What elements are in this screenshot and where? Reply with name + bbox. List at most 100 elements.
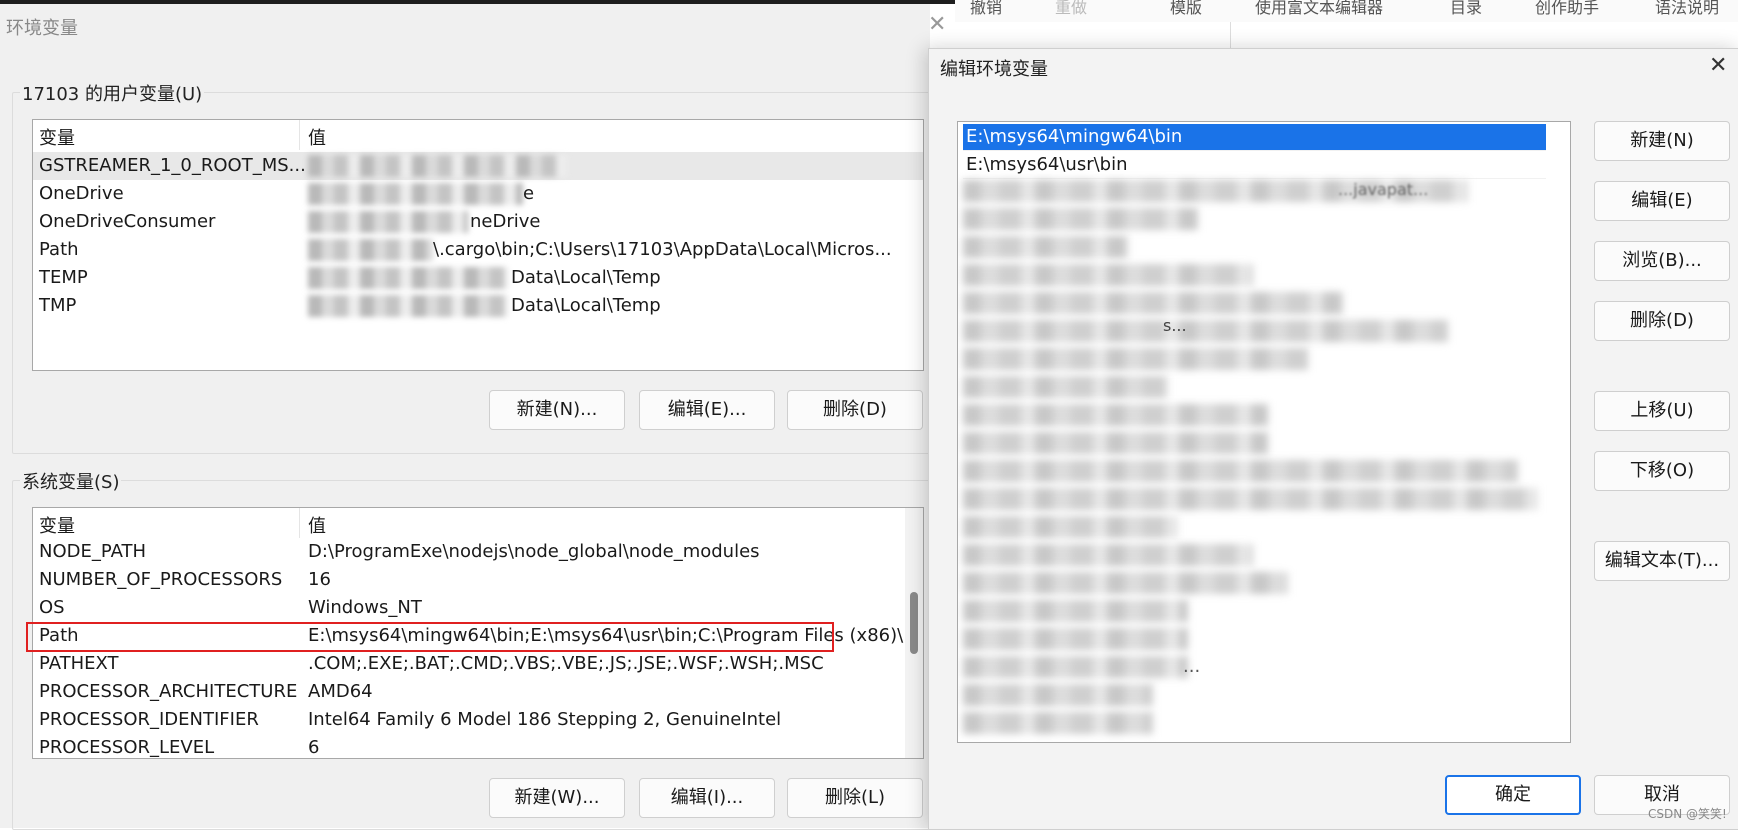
browse-button[interactable]: 浏览(B)...: [1594, 241, 1730, 281]
column-header-name[interactable]: 变量: [39, 124, 75, 150]
table-row[interactable]: NODE_PATH D:\ProgramExe\nodejs\node_glob…: [33, 538, 923, 566]
redacted-value: [308, 211, 468, 233]
redacted-entry: [963, 460, 1518, 482]
edit-text-button[interactable]: 编辑文本(T)...: [1594, 541, 1730, 581]
table-row[interactable]: OneDriveConsumer neDrive: [33, 208, 923, 236]
list-item-partial: ...: [1183, 656, 1201, 677]
user-delete-button[interactable]: 删除(D): [787, 390, 923, 430]
var-value: e: [523, 183, 535, 204]
var-name: OS: [39, 597, 65, 618]
redacted-entry: [963, 572, 1288, 594]
redacted-entry: [963, 544, 1253, 566]
var-value: Data\Local\Temp: [511, 267, 661, 288]
ok-button[interactable]: 确定: [1445, 775, 1581, 815]
var-name: PROCESSOR_ARCHITECTURE: [39, 681, 298, 702]
redacted-value: [308, 295, 508, 317]
watermark: CSDN @笑笑!: [1648, 807, 1727, 821]
var-name: Path: [39, 239, 79, 260]
move-down-button[interactable]: 下移(O): [1594, 451, 1730, 491]
var-value: AMD64: [308, 681, 373, 702]
table-row[interactable]: PROCESSOR_ARCHITECTURE AMD64: [33, 678, 923, 706]
scrollbar-thumb[interactable]: [910, 592, 918, 654]
table-row[interactable]: TEMP Data\Local\Temp: [33, 264, 923, 292]
delete-entry-button[interactable]: 删除(D): [1594, 301, 1730, 341]
redacted-entry: [963, 292, 1343, 314]
var-name: OneDriveConsumer: [39, 211, 216, 232]
list-item-partial: ...javapat...: [1338, 180, 1429, 199]
system-delete-button[interactable]: 删除(L): [787, 778, 923, 818]
var-name: TEMP: [39, 267, 88, 288]
var-name: PROCESSOR_LEVEL: [39, 737, 215, 758]
column-header-name[interactable]: 变量: [39, 512, 75, 538]
toolbar-toc[interactable]: 目录: [1450, 0, 1482, 18]
var-value: 6: [308, 737, 320, 758]
redacted-entry: [963, 208, 1198, 230]
env-variables-window: 环境变量 ✕ 17103 的用户变量(U) 变量 值 GSTREAMER_1_0…: [0, 4, 946, 830]
var-name: OneDrive: [39, 183, 124, 204]
var-value: D:\ProgramExe\nodejs\node_global\node_mo…: [308, 541, 760, 562]
user-variables-list[interactable]: 变量 值 GSTREAMER_1_0_ROOT_MS... OneDrive e…: [32, 119, 924, 371]
table-row[interactable]: GSTREAMER_1_0_ROOT_MS...: [33, 152, 923, 180]
table-row[interactable]: OS Windows_NT: [33, 594, 923, 622]
toolbar-template[interactable]: 模版: [1170, 0, 1202, 18]
redacted-entry: [963, 684, 1153, 706]
path-entries-list[interactable]: E:\msys64\mingw64\bin E:\msys64\usr\bin …: [957, 121, 1571, 743]
user-new-button[interactable]: 新建(N)...: [489, 390, 625, 430]
system-new-button[interactable]: 新建(W)...: [489, 778, 625, 818]
toolbar-rich-text[interactable]: 使用富文本编辑器: [1255, 0, 1383, 18]
redacted-entry: [963, 376, 1168, 398]
table-row[interactable]: Path \.cargo\bin;C:\Users\17103\AppData\…: [33, 236, 923, 264]
list-item[interactable]: E:\msys64\mingw64\bin: [963, 124, 1546, 151]
close-icon[interactable]: ✕: [928, 12, 946, 37]
var-value: .COM;.EXE;.BAT;.CMD;.VBS;.VBE;.JS;.JSE;.…: [308, 653, 824, 674]
list-header: 变量 值: [33, 120, 923, 150]
list-header: 变量 值: [33, 508, 923, 538]
redacted-entry: [963, 236, 1128, 258]
edit-entry-button[interactable]: 编辑(E): [1594, 181, 1730, 221]
toolbar-assistant[interactable]: 创作助手: [1535, 0, 1599, 18]
column-header-value[interactable]: 值: [308, 124, 326, 150]
var-name: GSTREAMER_1_0_ROOT_MS...: [39, 155, 306, 176]
table-row[interactable]: OneDrive e: [33, 180, 923, 208]
user-variables-label: 17103 的用户变量(U): [20, 80, 205, 106]
table-row[interactable]: PROCESSOR_LEVEL 6: [33, 734, 923, 758]
redacted-entry: [963, 264, 1253, 286]
table-row[interactable]: PROCESSOR_IDENTIFIER Intel64 Family 6 Mo…: [33, 706, 923, 734]
table-row[interactable]: NUMBER_OF_PROCESSORS 16: [33, 566, 923, 594]
var-name: TMP: [39, 295, 77, 316]
var-value: Intel64 Family 6 Model 186 Stepping 2, G…: [308, 709, 782, 730]
highlight-box: [26, 622, 834, 652]
var-name: PROCESSOR_IDENTIFIER: [39, 709, 259, 730]
toolbar-undo[interactable]: 撤销: [970, 0, 1002, 18]
redacted-value: [308, 183, 523, 205]
toolbar-redo[interactable]: 重做: [1055, 0, 1087, 18]
redacted-entry: [963, 628, 1188, 650]
toolbar-syntax[interactable]: 语法说明: [1655, 0, 1719, 18]
edit-env-dialog: 编辑环境变量 ✕ E:\msys64\mingw64\bin E:\msys64…: [928, 48, 1738, 830]
redacted-entry: [963, 488, 1538, 510]
move-up-button[interactable]: 上移(U): [1594, 391, 1730, 431]
system-edit-button[interactable]: 编辑(I)...: [639, 778, 775, 818]
table-row[interactable]: PATHEXT .COM;.EXE;.BAT;.CMD;.VBS;.VBE;.J…: [33, 650, 923, 678]
column-header-value[interactable]: 值: [308, 512, 326, 538]
column-divider: [299, 508, 300, 538]
var-name: NODE_PATH: [39, 541, 147, 562]
var-name: PATHEXT: [39, 653, 119, 674]
list-item[interactable]: E:\msys64\usr\bin: [963, 152, 1546, 179]
list-item-partial: s...: [1163, 316, 1187, 335]
var-value: 16: [308, 569, 331, 590]
redacted-entry: [963, 432, 1268, 454]
redacted-entry: [963, 320, 1448, 342]
redacted-entry: [963, 516, 1178, 538]
var-value: neDrive: [470, 211, 541, 232]
redacted-entry: [963, 656, 1188, 678]
new-entry-button[interactable]: 新建(N): [1594, 121, 1730, 161]
user-edit-button[interactable]: 编辑(E)...: [639, 390, 775, 430]
scrollbar[interactable]: [905, 508, 923, 758]
table-row[interactable]: TMP Data\Local\Temp: [33, 292, 923, 320]
column-divider: [299, 120, 300, 150]
dialog-title: 编辑环境变量: [940, 59, 1048, 80]
var-value: Data\Local\Temp: [511, 295, 661, 316]
redacted-entry: [963, 600, 1188, 622]
close-icon[interactable]: ✕: [1709, 53, 1727, 78]
